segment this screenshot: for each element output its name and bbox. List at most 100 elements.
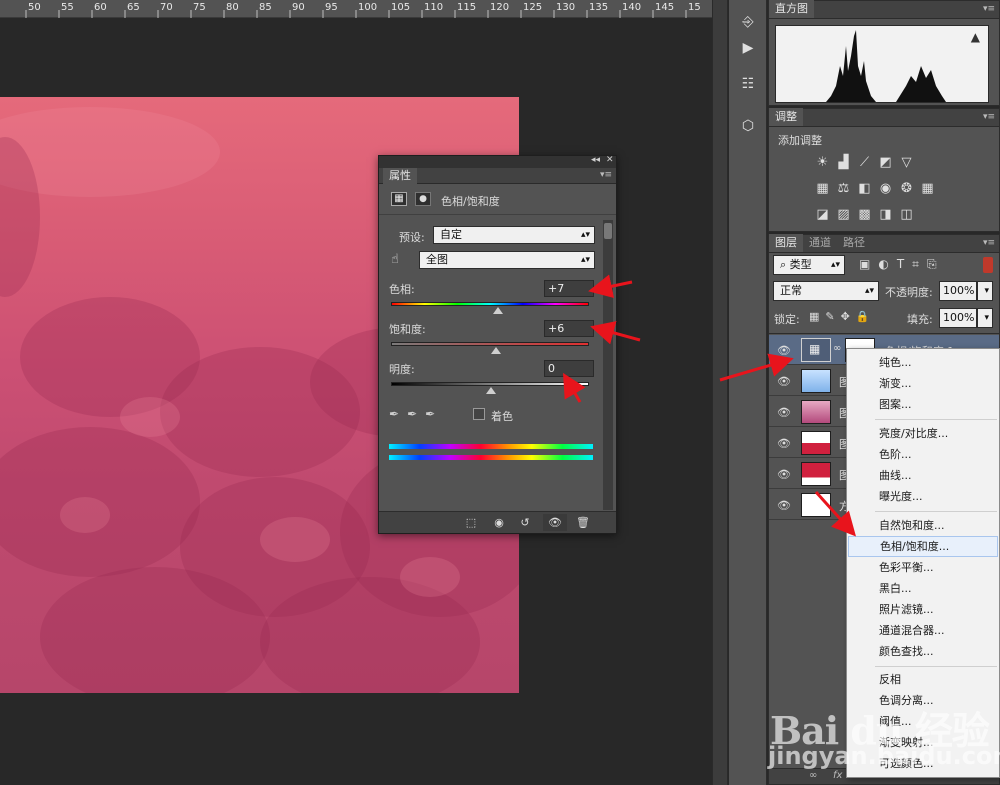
- layer-filter-select[interactable]: ⌕ 类型 ▴▾: [773, 255, 845, 275]
- menu-item-solid-color[interactable]: 纯色...: [848, 352, 998, 373]
- hand-target-icon[interactable]: ☝: [391, 252, 399, 267]
- link-icon[interactable]: ∞: [833, 343, 841, 354]
- lightness-slider-track[interactable]: [391, 382, 589, 386]
- vibrance-icon[interactable]: ▽: [899, 155, 914, 170]
- range-select[interactable]: 全图 ▴▾: [419, 251, 595, 269]
- trash-icon[interactable]: 🗑: [571, 514, 595, 531]
- properties-icon[interactable]: ☷: [735, 72, 761, 96]
- ruler-label: 50: [28, 2, 41, 13]
- photo-filter-icon[interactable]: ◉: [878, 181, 893, 196]
- collapse-icon[interactable]: ◂◂: [591, 155, 600, 165]
- saturation-input[interactable]: +6: [544, 320, 594, 337]
- invert-icon[interactable]: ◪: [815, 207, 830, 222]
- eye-icon[interactable]: 👁: [777, 499, 791, 512]
- lock-brush-icon[interactable]: ✎: [825, 310, 834, 323]
- menu-item-black-white[interactable]: 黑白...: [848, 578, 998, 599]
- lock-move-icon[interactable]: ✥: [841, 310, 850, 323]
- eye-icon[interactable]: 👁: [777, 344, 791, 357]
- hue-slider-thumb[interactable]: [493, 307, 503, 314]
- gradient-map-icon[interactable]: ◨: [878, 207, 893, 222]
- threshold-icon[interactable]: ▩: [857, 207, 872, 222]
- menu-item-brightness-contrast[interactable]: 亮度/对比度...: [848, 423, 998, 444]
- tab-adjustments[interactable]: 调整: [769, 108, 803, 126]
- menu-item-color-balance[interactable]: 色彩平衡...: [848, 557, 998, 578]
- panel-menu-icon[interactable]: ▾≡: [983, 4, 995, 14]
- fill-dropdown[interactable]: ▾: [977, 308, 993, 328]
- saturation-slider-thumb[interactable]: [491, 347, 501, 354]
- tab-paths[interactable]: 路径: [837, 234, 871, 252]
- eye-icon[interactable]: 👁: [777, 375, 791, 388]
- channel-mixer-icon[interactable]: ❂: [899, 181, 914, 196]
- panel-menu-icon[interactable]: ▾≡: [983, 112, 995, 122]
- view-previous-icon[interactable]: ◉: [487, 514, 511, 531]
- color-lookup-icon[interactable]: ▦: [920, 181, 935, 196]
- canvas-scrollbar[interactable]: [712, 0, 728, 785]
- lock-transparent-icon[interactable]: ▦: [809, 310, 819, 323]
- adjustment-icon[interactable]: ▦: [391, 192, 407, 206]
- shape-filter-icon[interactable]: ⌗: [912, 257, 919, 272]
- menu-item-gradient[interactable]: 渐变...: [848, 373, 998, 394]
- tab-layers[interactable]: 图层: [769, 234, 803, 252]
- levels-icon[interactable]: ▟: [836, 155, 851, 170]
- black-white-icon[interactable]: ◧: [857, 181, 872, 196]
- tab-properties[interactable]: 属性: [383, 168, 417, 184]
- hue-saturation-icon: ▦: [809, 342, 821, 356]
- menu-item-curves[interactable]: 曲线...: [848, 465, 998, 486]
- curves-icon[interactable]: ⟋: [857, 155, 872, 170]
- fill-label: 填充:: [907, 313, 933, 326]
- hue-input[interactable]: +7: [544, 280, 594, 297]
- color-balance-icon[interactable]: ⚖: [836, 181, 851, 196]
- eyedropper-minus-icon[interactable]: ✒: [425, 407, 435, 421]
- warning-icon[interactable]: ▲: [971, 30, 980, 44]
- hue-slider-track[interactable]: [391, 302, 589, 306]
- selective-color-icon[interactable]: ◫: [899, 207, 914, 222]
- properties-scrollbar[interactable]: [603, 220, 613, 510]
- posterize-icon[interactable]: ▨: [836, 207, 851, 222]
- play-icon[interactable]: ▶: [735, 36, 761, 60]
- exposure-icon[interactable]: ◩: [878, 155, 893, 170]
- saturation-slider-track[interactable]: [391, 342, 589, 346]
- menu-item-channel-mixer[interactable]: 通道混合器...: [848, 620, 998, 641]
- mask-icon[interactable]: ●: [415, 192, 431, 206]
- menu-item-hue-saturation[interactable]: 色相/饱和度...: [848, 536, 998, 557]
- pixel-filter-icon[interactable]: ▣: [859, 257, 870, 272]
- panel-menu-icon[interactable]: ▾≡: [983, 238, 995, 248]
- clip-to-layer-icon[interactable]: ⬚: [459, 514, 483, 531]
- eye-icon[interactable]: 👁: [777, 468, 791, 481]
- menu-item-levels[interactable]: 色阶...: [848, 444, 998, 465]
- filter-toggle-switch[interactable]: [983, 257, 993, 273]
- blend-mode-select[interactable]: 正常 ▴▾: [773, 281, 879, 301]
- menu-item-pattern[interactable]: 图案...: [848, 394, 998, 415]
- panel-menu-icon[interactable]: ▾≡: [600, 170, 612, 180]
- brightness-icon[interactable]: ☀: [815, 155, 830, 170]
- opacity-dropdown[interactable]: ▾: [977, 281, 993, 301]
- eye-icon[interactable]: 👁: [777, 437, 791, 450]
- menu-item-exposure[interactable]: 曝光度...: [848, 486, 998, 507]
- tab-histogram[interactable]: 直方图: [769, 0, 814, 18]
- menu-item-photo-filter[interactable]: 照片滤镜...: [848, 599, 998, 620]
- colorize-checkbox[interactable]: [473, 408, 485, 420]
- panel-titlebar[interactable]: ◂◂ ✕: [379, 155, 616, 168]
- eye-icon[interactable]: 👁: [777, 406, 791, 419]
- reset-icon[interactable]: ↺: [513, 514, 537, 531]
- type-filter-icon[interactable]: T: [897, 257, 904, 272]
- lock-all-icon[interactable]: 🔒: [856, 310, 870, 323]
- adjustment-filter-icon[interactable]: ◐: [878, 257, 888, 272]
- close-icon[interactable]: ✕: [606, 155, 614, 165]
- menu-item-vibrance[interactable]: 自然饱和度...: [848, 515, 998, 536]
- smart-object-filter-icon[interactable]: ⎘: [927, 257, 937, 272]
- menu-item-color-lookup[interactable]: 颜色查找...: [848, 641, 998, 662]
- 3d-cube-icon[interactable]: ⬡: [735, 114, 761, 138]
- hue-saturation-icon[interactable]: ▦: [815, 181, 830, 196]
- eyedropper-plus-icon[interactable]: ✒: [407, 407, 417, 421]
- eyedropper-icon[interactable]: ✒: [389, 407, 399, 421]
- history-icon[interactable]: ⎆: [735, 10, 761, 34]
- visibility-icon[interactable]: 👁: [543, 514, 567, 531]
- horizontal-ruler: 50 55 60 65 70 75 80 85 90 95 100 105 11…: [0, 0, 712, 18]
- lightness-input[interactable]: 0: [544, 360, 594, 377]
- tab-channels[interactable]: 通道: [803, 234, 837, 252]
- preset-select[interactable]: 自定 ▴▾: [433, 226, 595, 244]
- fill-input[interactable]: 100%: [939, 308, 977, 328]
- lightness-slider-thumb[interactable]: [486, 387, 496, 394]
- opacity-input[interactable]: 100%: [939, 281, 977, 301]
